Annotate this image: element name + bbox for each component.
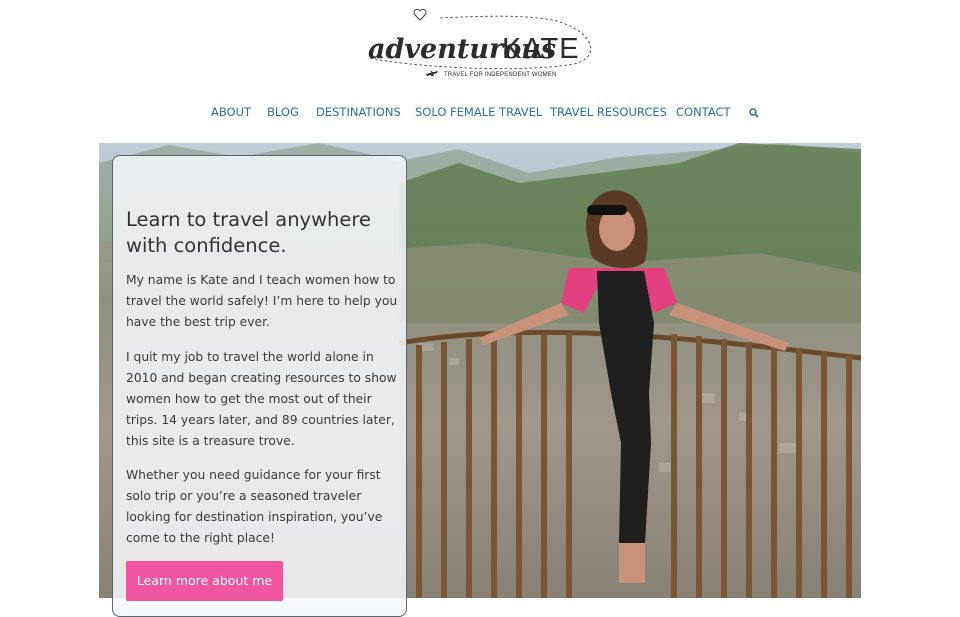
nav-item-solo-female-travel[interactable]: SOLO FEMALE TRAVEL (415, 105, 542, 119)
intro-card: Learn to travel anywhere with confidence… (112, 155, 407, 617)
site-logo[interactable]: adventurous KATE TRAVEL FOR INDEPENDENT … (364, 6, 596, 86)
hero-heading: Learn to travel anywhere with confidence… (126, 208, 371, 257)
nav-item-about[interactable]: ABOUT (211, 105, 251, 119)
logo-name-word: KATE (502, 33, 580, 65)
site-header: adventurous KATE TRAVEL FOR INDEPENDENT … (0, 0, 960, 92)
nav-item-travel-resources[interactable]: TRAVEL RESOURCES (550, 105, 667, 119)
intro-paragraph-3: Whether you need guidance for your first… (126, 468, 383, 545)
logo-graphic: adventurous KATE TRAVEL FOR INDEPENDENT … (368, 8, 592, 78)
nav-item-destinations[interactable]: DESTINATIONS (316, 105, 401, 119)
intro-paragraph-2: I quit my job to travel the world alone … (126, 350, 397, 448)
nav-item-contact[interactable]: CONTACT (676, 105, 731, 119)
logo-tagline: TRAVEL FOR INDEPENDENT WOMEN (444, 72, 557, 78)
nav-item-blog[interactable]: BLOG (267, 105, 299, 119)
learn-more-button[interactable]: Learn more about me (126, 561, 283, 601)
search-icon[interactable] (748, 104, 760, 118)
intro-paragraph-1: My name is Kate and I teach women how to… (126, 273, 398, 329)
